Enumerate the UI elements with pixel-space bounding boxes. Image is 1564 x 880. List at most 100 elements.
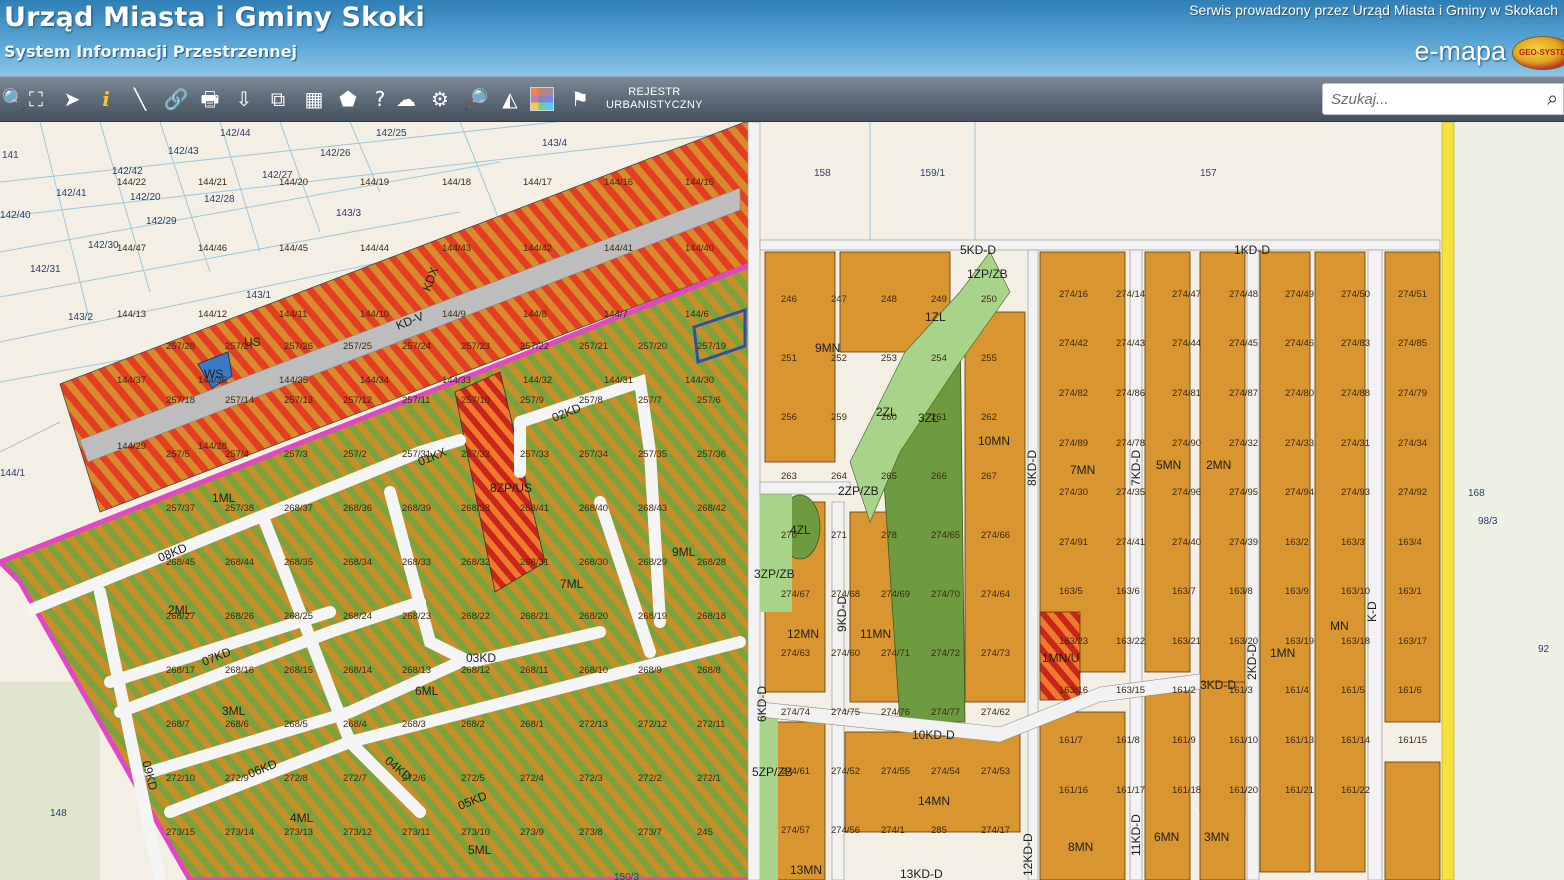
plot-label: 274/62 [981, 707, 1010, 718]
app-subtitle: System Informacji Przestrzennej [4, 42, 298, 61]
parcel-label: 142/44 [220, 128, 251, 139]
rejestr-urbanistyczny-button[interactable]: REJESTR URBANISTYCZNY [606, 86, 703, 112]
layers-grid-icon[interactable] [530, 87, 554, 111]
copy-icon[interactable]: ⧉ [264, 85, 292, 113]
info-icon[interactable]: i [92, 85, 120, 113]
plot-label: 268/18 [697, 611, 726, 622]
plot-label: 268/3 [402, 719, 426, 730]
plot-label: 268/32 [461, 557, 490, 568]
plot-label: 273/8 [579, 827, 603, 838]
road-label: 13KD-D [900, 867, 943, 880]
plot-label: 274/44 [1172, 338, 1201, 349]
parcel-label: 157 [1200, 168, 1217, 179]
plot-label: 268/37 [284, 503, 313, 514]
plot-label: 144/46 [198, 243, 227, 254]
select-arrow-icon[interactable]: ➤ [58, 85, 86, 113]
plot-label: 257/8 [579, 395, 603, 406]
plot-label: 273/15 [166, 827, 195, 838]
plot-label: 257/28 [166, 341, 195, 352]
plot-label: 268/25 [284, 611, 313, 622]
plot-label: 268/26 [225, 611, 254, 622]
east-blocks[interactable] [764, 251, 1441, 880]
plot-label: 274/96 [1172, 487, 1201, 498]
link-icon[interactable]: 🔗 [162, 85, 190, 113]
parcel-label: 98/3 [1478, 516, 1498, 527]
plot-label: 144/37 [117, 375, 146, 386]
plot-label: 144/6 [685, 309, 709, 320]
measure-icon[interactable]: ╲ [126, 85, 154, 113]
plot-label: 252 [831, 353, 847, 364]
settings-icon[interactable]: ⚙ [426, 85, 454, 113]
search-icon[interactable]: ⌕ [1547, 86, 1558, 110]
search-map-icon[interactable]: 🔎 [462, 85, 490, 113]
plot-label: 268/10 [579, 665, 608, 676]
plot-label: 274/90 [1172, 438, 1201, 449]
parcel-label: 142/20 [130, 192, 161, 203]
plot-label: 274/63 [781, 648, 810, 659]
plot-label: 274/30 [1059, 487, 1088, 498]
brand-name: e-mapa [1414, 36, 1506, 66]
plot-label: 161/10 [1229, 735, 1258, 746]
plot-label: 274/14 [1116, 289, 1145, 300]
map-canvas[interactable]: 1ML 2ML 3ML 4ML 5ML 6ML 7ML 9ML 8ZP/US US WS 9MN 7MN… [0, 122, 1564, 880]
plot-label: 272/1 [697, 773, 721, 784]
plot-label: 256 [781, 412, 797, 423]
map-icon[interactable]: ⬟ [334, 85, 362, 113]
help-icon[interactable]: ? [366, 85, 394, 113]
plot-label: 163/2 [1285, 537, 1309, 548]
road-yellow[interactable] [1441, 122, 1455, 880]
road-label: K-D [1365, 601, 1379, 622]
parcel-label: 158 [814, 168, 831, 179]
plot-label: 274/91 [1059, 537, 1088, 548]
plot-label: 268/22 [461, 611, 490, 622]
plot-label: 144/15 [685, 177, 714, 188]
plot-label: 268/36 [343, 503, 372, 514]
plot-label: 274/16 [1059, 289, 1088, 300]
plot-label: 268/44 [225, 557, 254, 568]
triangle-icon[interactable]: ◭ [496, 85, 524, 113]
zoning-map[interactable]: 1ML2ML3ML4ML5ML6ML7ML9ML8ZP/USUSWS9MN7MN… [0, 122, 1564, 880]
zone-label: 5MN [1156, 458, 1181, 472]
search-input[interactable] [1331, 88, 1541, 110]
plot-label: 257/9 [520, 395, 544, 406]
plot-label: 274/57 [781, 825, 810, 836]
plot-label: 161/3 [1229, 685, 1253, 696]
zone-5zp-zb[interactable] [760, 712, 778, 880]
cloud-icon[interactable]: ☁ [392, 85, 420, 113]
plot-label: 260 [881, 412, 897, 423]
plot-label: 274/71 [881, 648, 910, 659]
plot-label: 268/24 [343, 611, 372, 622]
download-icon[interactable]: ⇩ [230, 85, 258, 113]
legend-icon[interactable]: ⚑ [566, 85, 594, 113]
plot-label: 272/3 [579, 773, 603, 784]
plot-label: 144/34 [360, 375, 389, 386]
plot-label: 144/16 [604, 177, 633, 188]
plot-label: 274/77 [931, 707, 960, 718]
plot-label: 272/6 [402, 773, 426, 784]
plot-label: 163/17 [1398, 636, 1427, 647]
parcel-label: 142/25 [376, 128, 407, 139]
plot-label: 144/18 [442, 177, 471, 188]
plot-label: 274/60 [831, 648, 860, 659]
plot-label: 249 [931, 294, 947, 305]
plot-label: 144/32 [523, 375, 552, 386]
layout-icon[interactable]: ▦ [300, 85, 328, 113]
print-icon[interactable]: 🖶 [196, 85, 224, 113]
plot-label: 161/2 [1172, 685, 1196, 696]
parcel-label: 143/1 [246, 290, 271, 301]
plot-label: 257/20 [638, 341, 667, 352]
plot-label: 272/7 [343, 773, 367, 784]
plot-label: 271 [831, 530, 847, 541]
parcel-label: 141 [2, 150, 19, 161]
plot-label: 248 [881, 294, 897, 305]
plot-label: 257/23 [461, 341, 490, 352]
plot-label: 274/81 [1172, 388, 1201, 399]
plot-label: 274/32 [1229, 438, 1258, 449]
zone-label: 7MN [1070, 463, 1095, 477]
plot-label: 163/6 [1116, 586, 1140, 597]
plot-label: 144/31 [604, 375, 633, 386]
zone-label: 9ML [672, 545, 696, 559]
plot-label: 161/15 [1398, 735, 1427, 746]
parcel-label: 148 [50, 808, 67, 819]
zoom-extent-icon[interactable]: ⛶ [22, 85, 50, 113]
